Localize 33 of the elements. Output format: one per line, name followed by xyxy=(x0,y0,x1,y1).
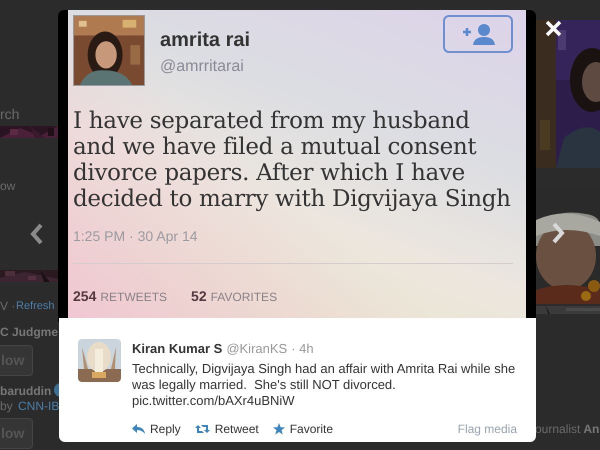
add-user-icon xyxy=(461,23,495,45)
author-handle: @amrritarai xyxy=(160,57,245,77)
stat-count: 254 xyxy=(73,287,96,306)
stat-label: RETWEETS xyxy=(100,289,168,306)
media-link[interactable]: pic.twitter.com/bAXr4uBNiW xyxy=(132,392,517,408)
tweet-time: · 4h xyxy=(291,340,314,358)
author-handle[interactable]: @KiranKS xyxy=(226,339,288,358)
author-name: amrita rai xyxy=(160,28,250,53)
page-heading: An xyxy=(583,421,600,438)
follow-button[interactable] xyxy=(443,15,513,53)
page-heading: baruddin xyxy=(0,383,52,400)
page-text: rch xyxy=(0,105,20,124)
page-text: by xyxy=(0,398,13,415)
page-link[interactable]: CNN-IB xyxy=(18,397,60,415)
reply-button[interactable]: Reply xyxy=(132,420,181,438)
page-text: V · xyxy=(0,298,16,315)
retweet-button[interactable]: Retweet xyxy=(194,420,259,438)
tweet-text: I have separated from my husband and we have filed a mutual consent divorce papers. After which I have decided to marry with Digvijaya Singh xyxy=(73,108,512,212)
tweet-text: Technically, Digvijaya Singh had an affair with Amrita Rai while she was legally married. She's still NOT divorced. xyxy=(132,360,516,392)
close-icon[interactable] xyxy=(545,20,562,37)
page-link[interactable]: Refresh xyxy=(16,298,55,314)
tweet-time: 1:25 PM · 30 Apr 14 xyxy=(73,227,199,246)
page-heading: C Judgme xyxy=(0,324,58,341)
author-name[interactable]: Kiran Kumar S xyxy=(132,339,222,358)
star-icon xyxy=(272,422,285,434)
stat-count: 52 xyxy=(191,287,207,306)
stat-label: FAVORITES xyxy=(210,289,278,306)
reply-icon xyxy=(132,424,145,434)
flag-media-link[interactable]: Flag media xyxy=(458,420,517,438)
retweet-icon xyxy=(194,424,210,434)
page-text: ow xyxy=(0,178,16,195)
page-text: ournalist xyxy=(535,421,580,438)
favorite-button[interactable]: Favorite xyxy=(272,420,334,438)
